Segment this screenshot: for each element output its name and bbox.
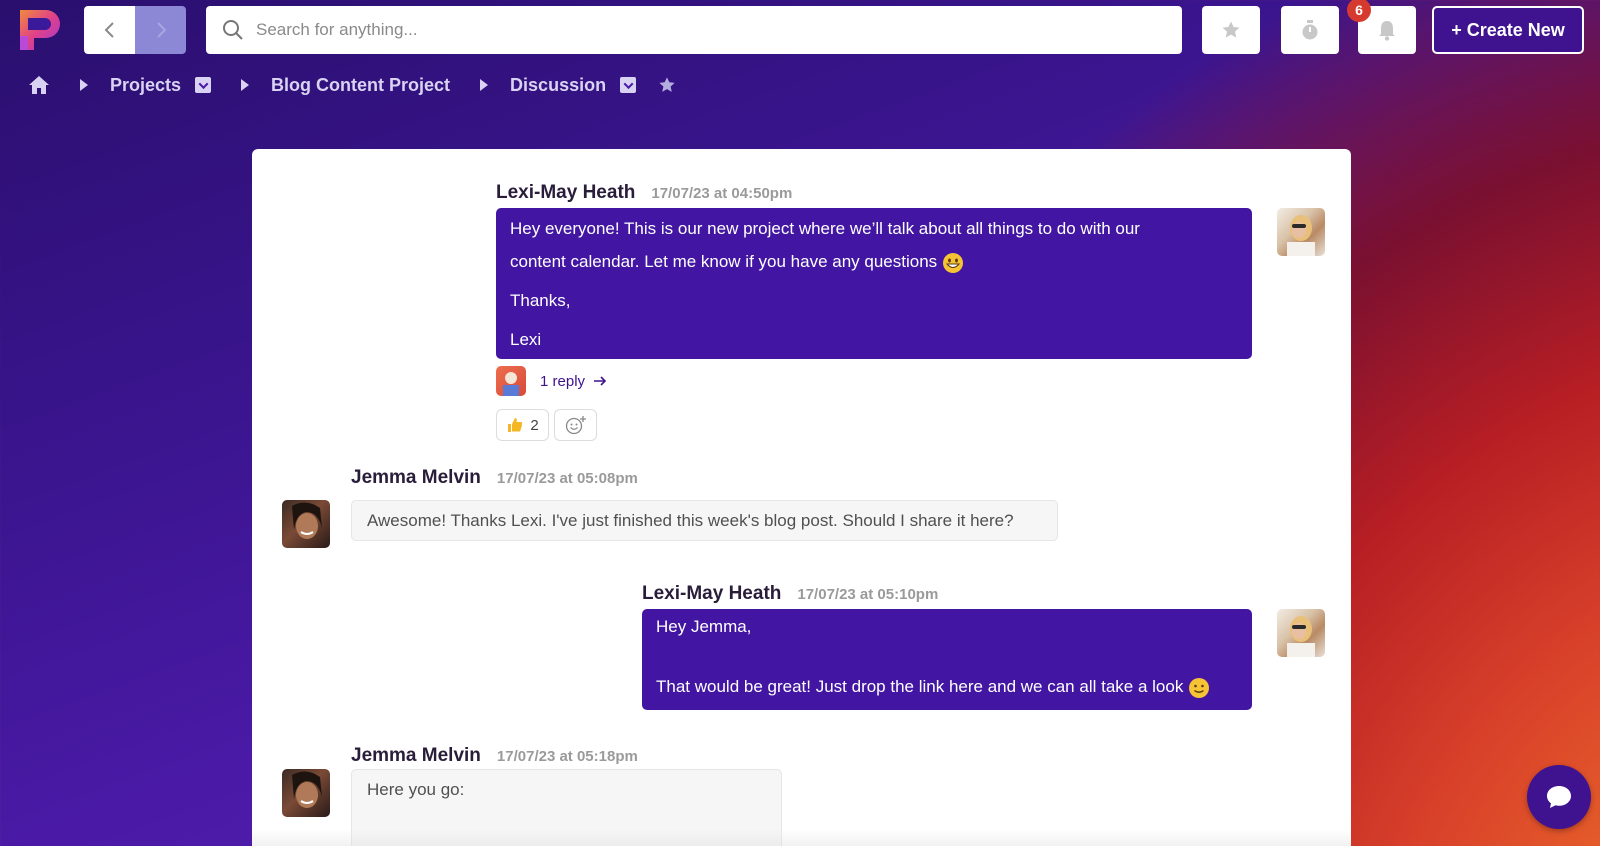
reaction-count: 2 bbox=[530, 416, 539, 434]
chat-support-button[interactable] bbox=[1527, 765, 1591, 829]
user-photo-icon bbox=[292, 502, 322, 539]
message-timestamp: 17/07/23 at 05:08pm bbox=[496, 470, 638, 487]
message-timestamp: 17/07/23 at 05:10pm bbox=[797, 586, 939, 603]
user-photo-icon bbox=[292, 771, 322, 808]
message-header: Jemma Melvin 17/07/23 at 05:18pm bbox=[351, 745, 638, 767]
arrow-right-icon bbox=[594, 376, 607, 386]
message-bubble: Hey Jemma, That would be great! Just dro… bbox=[642, 609, 1252, 710]
breadcrumb-separator-icon bbox=[80, 79, 88, 91]
search-bar bbox=[206, 6, 1182, 54]
avatar[interactable] bbox=[1277, 609, 1325, 657]
history-nav bbox=[84, 6, 186, 54]
search-input[interactable] bbox=[256, 20, 1136, 40]
add-reaction-button[interactable] bbox=[554, 409, 597, 441]
star-icon[interactable] bbox=[658, 76, 676, 94]
create-new-button[interactable]: + Create New bbox=[1432, 6, 1584, 54]
message-bubble: Hey everyone! This is our new project wh… bbox=[496, 208, 1252, 359]
star-icon bbox=[1222, 21, 1240, 38]
breadcrumb-project[interactable]: Blog Content Project bbox=[271, 75, 450, 96]
avatar[interactable] bbox=[1277, 208, 1325, 256]
dropdown-icon[interactable] bbox=[620, 77, 637, 93]
forward-button[interactable] bbox=[135, 6, 186, 54]
message-line: Hey Jemma, bbox=[656, 617, 752, 636]
breadcrumb-separator-icon bbox=[480, 79, 489, 91]
user-photo-icon bbox=[1287, 215, 1315, 256]
author-name[interactable]: Jemma Melvin bbox=[351, 467, 481, 489]
breadcrumb-projects[interactable]: Projects bbox=[110, 75, 181, 96]
search-icon bbox=[223, 20, 243, 40]
stopwatch-icon bbox=[1302, 20, 1318, 40]
top-bar: 6 + Create New bbox=[0, 0, 1600, 60]
breadcrumb-discussion[interactable]: Discussion bbox=[510, 75, 606, 96]
thread-replies[interactable]: 1 reply bbox=[496, 366, 607, 396]
add-emoji-icon bbox=[565, 416, 586, 435]
message-line: Thanks, bbox=[510, 291, 571, 310]
message-line: Here you go: bbox=[367, 780, 465, 799]
message-bubble: Awesome! Thanks Lexi. I've just finished… bbox=[351, 500, 1058, 541]
discussion-panel: Lexi-May Heath 17/07/23 at 04:50pm Hey e… bbox=[252, 149, 1351, 846]
smiling-emoji-icon bbox=[1189, 677, 1210, 698]
chat-bubble-icon bbox=[1547, 786, 1571, 808]
message-header: Jemma Melvin 17/07/23 at 05:08pm bbox=[351, 467, 638, 489]
user-photo-icon bbox=[503, 372, 519, 396]
reaction-thumbs-up[interactable]: 2 bbox=[496, 409, 549, 441]
favorites-button[interactable] bbox=[1202, 6, 1260, 54]
message-header: Lexi-May Heath 17/07/23 at 04:50pm bbox=[496, 182, 792, 204]
breadcrumb-separator-icon bbox=[241, 79, 250, 91]
message-line: Lexi bbox=[510, 330, 542, 349]
breadcrumb: Projects Blog Content Project Discussion bbox=[28, 72, 676, 98]
back-button[interactable] bbox=[84, 6, 135, 54]
grinning-emoji-icon bbox=[942, 252, 963, 273]
user-photo-icon bbox=[1287, 616, 1315, 657]
replier-avatar bbox=[496, 366, 526, 396]
message-timestamp: 17/07/23 at 04:50pm bbox=[651, 185, 793, 202]
timer-button[interactable] bbox=[1281, 6, 1339, 54]
message-line: Hey everyone! This is our new project wh… bbox=[510, 219, 1140, 238]
author-name[interactable]: Jemma Melvin bbox=[351, 745, 481, 767]
avatar[interactable] bbox=[282, 769, 330, 817]
message-line: That would be great! Just drop the link … bbox=[656, 677, 1184, 696]
reply-count-link[interactable]: 1 reply bbox=[540, 373, 585, 390]
app-logo[interactable] bbox=[16, 6, 64, 54]
scroll-fade bbox=[252, 829, 1351, 846]
home-icon[interactable] bbox=[28, 75, 50, 95]
message-line: content calendar. Let me know if you hav… bbox=[510, 252, 938, 271]
message-timestamp: 17/07/23 at 05:18pm bbox=[496, 748, 638, 765]
avatar[interactable] bbox=[282, 500, 330, 548]
author-name[interactable]: Lexi-May Heath bbox=[496, 182, 635, 204]
bell-icon bbox=[1379, 21, 1395, 41]
author-name[interactable]: Lexi-May Heath bbox=[642, 583, 781, 605]
chevron-left-icon bbox=[104, 22, 114, 38]
chevron-right-icon bbox=[156, 22, 166, 38]
dropdown-icon[interactable] bbox=[195, 77, 212, 93]
thumbs-up-icon bbox=[508, 418, 523, 432]
message-header: Lexi-May Heath 17/07/23 at 05:10pm bbox=[642, 583, 938, 605]
